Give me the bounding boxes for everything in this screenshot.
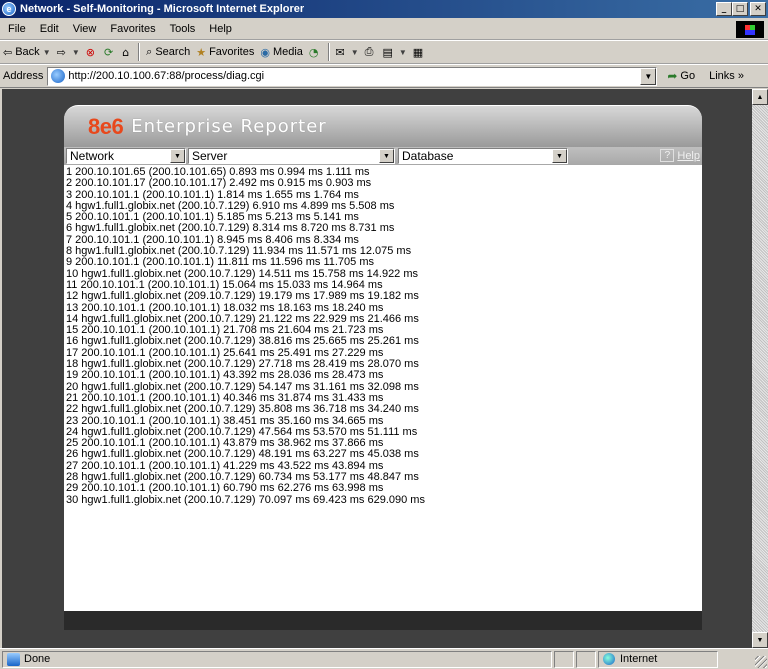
address-label: Address [3, 70, 44, 82]
zone-label: Internet [620, 653, 658, 665]
mail-dropdown-icon[interactable]: ▼ [351, 48, 359, 57]
links-chevron-icon: » [737, 70, 744, 82]
favorites-button[interactable]: ★ Favorites [193, 46, 257, 59]
status-bar: Done Internet [0, 648, 768, 669]
maximize-button[interactable]: □ [732, 2, 748, 16]
title-bar: e Network - Self-Monitoring - Microsoft … [0, 0, 768, 18]
edit-icon: ▤ [382, 45, 393, 59]
toolbar-separator [138, 43, 141, 61]
go-arrow-icon: ➦ [667, 69, 678, 83]
minimize-button[interactable]: _ [716, 2, 732, 16]
menu-bar: File Edit View Favorites Tools Help [0, 18, 768, 40]
stop-icon: ⊗ [85, 45, 95, 59]
chevron-down-icon[interactable]: ▼ [552, 149, 567, 163]
favorites-icon: ★ [196, 45, 207, 59]
page-viewport: 8e6 Enterprise Reporter Network ▼ Server ▼… [2, 89, 752, 648]
address-url: http://200.10.100.67:88/process/diag.cgi [68, 70, 265, 82]
reporter-panel: 8e6 Enterprise Reporter Network ▼ Server ▼… [64, 105, 702, 630]
home-icon: ⌂ [122, 45, 130, 59]
close-button[interactable]: ✕ [750, 2, 766, 16]
refresh-button[interactable]: ⟳ [101, 46, 119, 59]
discuss-icon: ▦ [412, 45, 424, 59]
history-button[interactable]: ◔ [306, 46, 325, 59]
print-button[interactable]: ⎙ [362, 45, 380, 59]
forward-arrow-icon: ⇨ [56, 45, 66, 59]
refresh-icon: ⟳ [103, 45, 114, 59]
edit-button[interactable]: ▤ ▼ [379, 46, 409, 59]
address-input[interactable]: http://200.10.100.67:88/process/diag.cgi… [47, 66, 658, 86]
help-icon: ? [660, 149, 675, 162]
scroll-down-icon[interactable]: ▼ [752, 632, 768, 648]
window-title: Network - Self-Monitoring - Microsoft In… [20, 3, 305, 15]
security-zone: Internet [598, 650, 718, 668]
menu-favorites[interactable]: Favorites [103, 23, 162, 35]
history-icon: ◔ [308, 45, 319, 59]
menu-edit[interactable]: Edit [33, 23, 66, 35]
back-dropdown-icon[interactable]: ▼ [43, 48, 51, 57]
window-controls: _ □ ✕ [716, 2, 766, 16]
result-line: 2 200.10.101.17 (200.10.101.17) 2.492 ms… [66, 177, 372, 190]
result-line: 9 200.10.101.1 (200.10.101.1) 11.811 ms … [66, 256, 375, 269]
address-bar: Address http://200.10.100.67:88/process/… [0, 64, 768, 88]
page-icon [51, 69, 66, 83]
globe-icon [603, 653, 615, 665]
app-header: 8e6 Enterprise Reporter [64, 105, 702, 147]
media-icon: ◉ [260, 45, 270, 59]
discuss-button[interactable]: ▦ [410, 46, 429, 59]
mail-button[interactable]: ✉ ▼ [333, 46, 362, 59]
result-line: 29 200.10.101.1 (200.10.101.1) 60.790 ms… [66, 482, 384, 495]
vertical-scrollbar[interactable]: ▲ ▼ [752, 89, 768, 648]
forward-button[interactable]: ⇨ ▼ [54, 46, 83, 59]
menu-help[interactable]: Help [202, 23, 239, 35]
server-select[interactable]: Server ▼ [188, 148, 395, 164]
menu-tools[interactable]: Tools [163, 23, 203, 35]
status-cell [576, 650, 596, 668]
logo-8e6: 8e6 [88, 113, 124, 139]
toolbar: ⇦ Back ▼ ⇨ ▼ ⊗ ⟳ ⌂ ⌕ Search ★ Favorites ◉ Medi… [0, 40, 768, 64]
address-dropdown-icon[interactable]: ▼ [640, 67, 657, 85]
result-line: 12 hgw1.full1.globix.net (209.10.7.129) … [66, 290, 419, 303]
chevron-down-icon[interactable]: ▼ [379, 149, 394, 163]
home-button[interactable]: ⌂ [119, 46, 135, 59]
result-line: 19 200.10.101.1 (200.10.101.1) 43.392 ms… [66, 369, 384, 382]
result-line: 22 hgw1.full1.globix.net (200.10.7.129) … [66, 403, 419, 416]
status-text: Done [24, 653, 51, 665]
print-icon: ⎙ [364, 45, 374, 58]
status-cell [554, 650, 574, 668]
scroll-up-icon[interactable]: ▲ [752, 89, 768, 105]
resize-grip-icon[interactable] [755, 656, 767, 668]
diagnostic-results: 1 200.10.101.65 (200.10.101.65) 0.893 ms… [64, 165, 702, 611]
windows-logo-icon [736, 21, 764, 38]
ie-icon: e [2, 2, 16, 16]
menu-view[interactable]: View [66, 23, 104, 35]
network-select[interactable]: Network ▼ [66, 148, 186, 164]
search-icon: ⌕ [146, 45, 153, 58]
search-button[interactable]: ⌕ Search [143, 45, 193, 59]
chevron-down-icon[interactable]: ▼ [170, 149, 185, 163]
mail-icon: ✉ [335, 45, 345, 59]
toolbar-separator [327, 43, 330, 61]
menu-file[interactable]: File [0, 23, 33, 35]
back-button[interactable]: ⇦ Back ▼ [0, 46, 54, 59]
edit-dropdown-icon[interactable]: ▼ [399, 48, 407, 57]
nav-select-row: Network ▼ Server ▼ Database ▼ ? Help [64, 147, 702, 165]
links-button[interactable]: Links » [709, 70, 744, 82]
stop-button[interactable]: ⊗ [83, 46, 101, 59]
database-select[interactable]: Database ▼ [398, 148, 568, 164]
logo-enterprise-reporter: Enterprise Reporter [131, 116, 327, 137]
panel-footer [64, 611, 702, 630]
help-link[interactable]: ? Help [660, 149, 700, 162]
result-line: 30 hgw1.full1.globix.net (200.10.7.129) … [66, 493, 425, 506]
forward-dropdown-icon[interactable]: ▼ [72, 48, 80, 57]
go-button[interactable]: ➦ Go [667, 69, 695, 83]
back-arrow-icon: ⇦ [3, 45, 13, 59]
status-main: Done [2, 650, 552, 668]
media-button[interactable]: ◉ Media [257, 46, 306, 59]
page-done-icon [7, 652, 20, 666]
